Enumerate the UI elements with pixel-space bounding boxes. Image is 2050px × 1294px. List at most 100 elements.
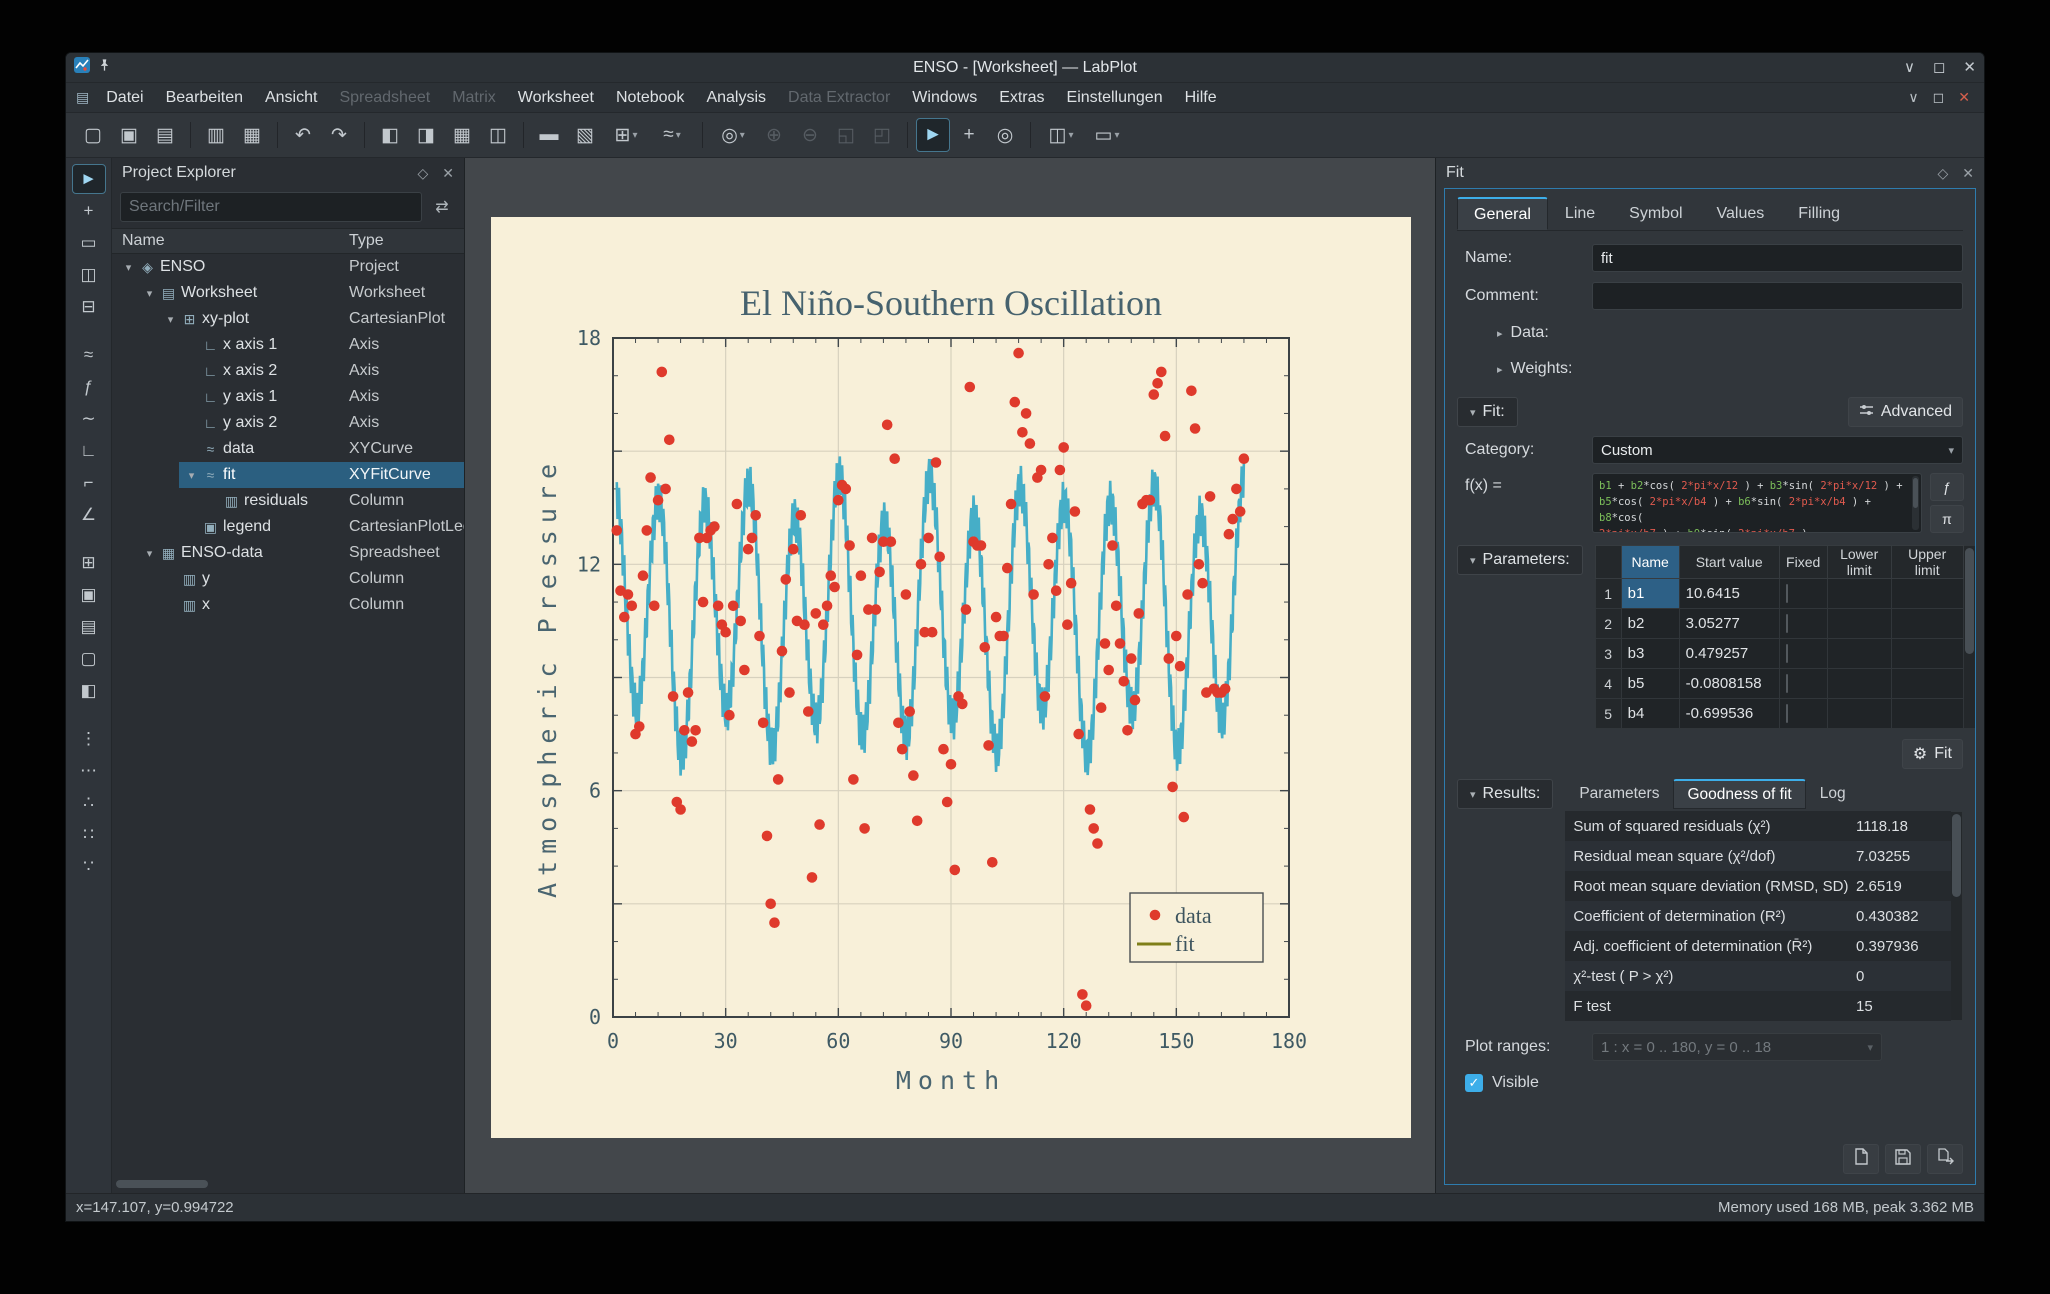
- add-curve-tool[interactable]: ≈: [72, 340, 106, 370]
- xy-plot[interactable]: 0306090120150180061218El Niño-Southern O…: [491, 217, 1411, 1138]
- select-tool[interactable]: ►: [72, 164, 106, 194]
- insert-constant-button[interactable]: π: [1930, 505, 1964, 533]
- tree-item-x-axis-1[interactable]: ∟x axis 1Axis: [112, 332, 464, 358]
- new-project-button[interactable]: ▢: [76, 118, 110, 152]
- tab-line[interactable]: Line: [1548, 197, 1612, 230]
- param-upper-limit-cell[interactable]: [1891, 609, 1963, 639]
- dock-float-icon[interactable]: ◇: [1937, 165, 1948, 182]
- param-name-cell[interactable]: b1: [1621, 579, 1679, 609]
- param-start-value-cell[interactable]: 0.479257: [1679, 639, 1779, 669]
- explorer-hscrollbar[interactable]: [112, 1179, 464, 1193]
- fixed-checkbox[interactable]: [1786, 584, 1788, 603]
- add-axis-tool[interactable]: ∠: [72, 500, 106, 530]
- menu-bearbeiten[interactable]: Bearbeiten: [155, 86, 254, 110]
- save-project-button[interactable]: ▤: [148, 118, 182, 152]
- tree-header-type[interactable]: Type: [349, 232, 464, 250]
- vertical-layout-button[interactable]: ◧: [373, 118, 407, 152]
- tree-item-residuals[interactable]: ▥residualsColumn: [112, 488, 464, 514]
- add-fit-curve-tool[interactable]: ∼: [72, 404, 106, 434]
- plot-legend[interactable]: datafit: [1130, 893, 1263, 962]
- param-upper-limit-cell[interactable]: [1891, 669, 1963, 699]
- param-lower-limit-cell[interactable]: [1827, 639, 1891, 669]
- select-mode-button[interactable]: ►: [916, 118, 950, 152]
- weights-section-toggle[interactable]: ▸ Weights:: [1497, 360, 1963, 378]
- param-col-fixed[interactable]: Fixed: [1779, 546, 1827, 579]
- param-col-lower-limit[interactable]: Lower limit: [1827, 546, 1891, 579]
- parameters-section-toggle[interactable]: ▾ Parameters:: [1457, 545, 1583, 575]
- tree-header-name[interactable]: Name: [112, 232, 349, 250]
- tree-item-xy-plot[interactable]: ▾⊞xy-plotCartesianPlot: [112, 306, 464, 332]
- distribute-horizontal-tool[interactable]: ⋯: [72, 756, 106, 786]
- parameters-scrollbar[interactable]: [1964, 545, 1976, 729]
- x-axis-label[interactable]: Month: [896, 1066, 1006, 1095]
- plot-mouse-mode-dropdown[interactable]: ▭▾: [1085, 118, 1129, 152]
- break-layout-button[interactable]: ◫: [481, 118, 515, 152]
- undo-button[interactable]: ↶: [286, 118, 320, 152]
- param-fixed-cell[interactable]: [1779, 669, 1827, 699]
- data-section-toggle[interactable]: ▸ Data:: [1497, 324, 1963, 342]
- add-y-axis-tool[interactable]: ⌐: [72, 468, 106, 498]
- insert-image-button[interactable]: ▧: [568, 118, 602, 152]
- maximize-button[interactable]: ◻: [1933, 60, 1945, 75]
- crosshair-mode-button[interactable]: +: [952, 118, 986, 152]
- add-plot-tool[interactable]: ⊞: [72, 548, 106, 578]
- add-x-axis-tool[interactable]: ∟: [72, 436, 106, 466]
- param-name-cell[interactable]: b5: [1621, 669, 1679, 699]
- results-tab-goodness-of-fit[interactable]: Goodness of fit: [1673, 779, 1805, 809]
- redo-button[interactable]: ↷: [322, 118, 356, 152]
- param-fixed-cell[interactable]: [1779, 579, 1827, 609]
- param-upper-limit-cell[interactable]: [1891, 639, 1963, 669]
- add-curve-dropdown[interactable]: ≈▾: [650, 118, 694, 152]
- param-start-value-cell[interactable]: 3.05277: [1679, 609, 1779, 639]
- insert-text-label-button[interactable]: ▬: [532, 118, 566, 152]
- new-plot-dropdown[interactable]: ⊞▾: [604, 118, 648, 152]
- category-combobox[interactable]: Custom ▾: [1592, 436, 1963, 464]
- param-fixed-cell[interactable]: [1779, 699, 1827, 729]
- cartesian-plot-dropdown[interactable]: ◫▾: [1039, 118, 1083, 152]
- results-section-toggle[interactable]: ▾ Results:: [1457, 779, 1553, 809]
- results-tab-parameters[interactable]: Parameters: [1565, 779, 1673, 809]
- advanced-button[interactable]: Advanced: [1848, 397, 1963, 427]
- tree-expander-icon[interactable]: ▾: [120, 261, 137, 274]
- tab-values[interactable]: Values: [1700, 197, 1782, 230]
- fixed-checkbox[interactable]: [1786, 704, 1788, 723]
- insert-function-button[interactable]: ƒ: [1930, 473, 1964, 501]
- tree-item-worksheet[interactable]: ▾▤WorksheetWorksheet: [112, 280, 464, 306]
- worksheet-page[interactable]: 0306090120150180061218El Niño-Southern O…: [491, 217, 1411, 1138]
- param-col-name[interactable]: Name: [1621, 546, 1679, 579]
- add-equation-curve-tool[interactable]: ƒ: [72, 372, 106, 402]
- minimize-button[interactable]: ∨: [1904, 60, 1915, 75]
- tree-expander-icon[interactable]: ▾: [141, 547, 158, 560]
- tree-expander-icon[interactable]: ▾: [141, 287, 158, 300]
- fixed-checkbox[interactable]: [1786, 674, 1788, 693]
- param-fixed-cell[interactable]: [1779, 639, 1827, 669]
- fixed-checkbox[interactable]: [1786, 644, 1788, 663]
- mdi-close-button[interactable]: ✕: [1958, 89, 1970, 106]
- tree-item-enso-data[interactable]: ▾▦ENSO-dataSpreadsheet: [112, 540, 464, 566]
- align-tool[interactable]: ∴: [72, 788, 106, 818]
- comment-input[interactable]: [1592, 282, 1963, 310]
- pin-icon[interactable]: [98, 58, 111, 77]
- tree-item-fit[interactable]: ▾≈fitXYFitCurve: [112, 462, 464, 488]
- tab-general[interactable]: General: [1457, 197, 1548, 230]
- zoom-y-select-tool[interactable]: ⊟: [72, 292, 106, 322]
- param-lower-limit-cell[interactable]: [1827, 609, 1891, 639]
- param-start-value-cell[interactable]: 10.6415: [1679, 579, 1779, 609]
- menu-windows[interactable]: Windows: [901, 86, 988, 110]
- zoom-dropdown[interactable]: ◎▾: [711, 118, 755, 152]
- dock-float-icon[interactable]: ◇: [417, 165, 428, 182]
- grid-layout-button[interactable]: ▦: [445, 118, 479, 152]
- zoom-mode-button[interactable]: ◎: [988, 118, 1022, 152]
- menu-extras[interactable]: Extras: [988, 86, 1055, 110]
- menu-ansicht[interactable]: Ansicht: [254, 86, 328, 110]
- close-button[interactable]: ✕: [1963, 60, 1976, 75]
- param-fixed-cell[interactable]: [1779, 609, 1827, 639]
- tree-item-enso[interactable]: ▾◈ENSOProject: [112, 254, 464, 280]
- param-start-value-cell[interactable]: -0.699536: [1679, 699, 1779, 729]
- param-name-cell[interactable]: b3: [1621, 639, 1679, 669]
- param-col-start-value[interactable]: Start value: [1679, 546, 1779, 579]
- name-input[interactable]: [1592, 244, 1963, 272]
- filter-options-icon[interactable]: ⇄: [428, 194, 456, 220]
- load-template-button[interactable]: [1843, 1144, 1879, 1174]
- menu-datei[interactable]: Datei: [95, 86, 154, 110]
